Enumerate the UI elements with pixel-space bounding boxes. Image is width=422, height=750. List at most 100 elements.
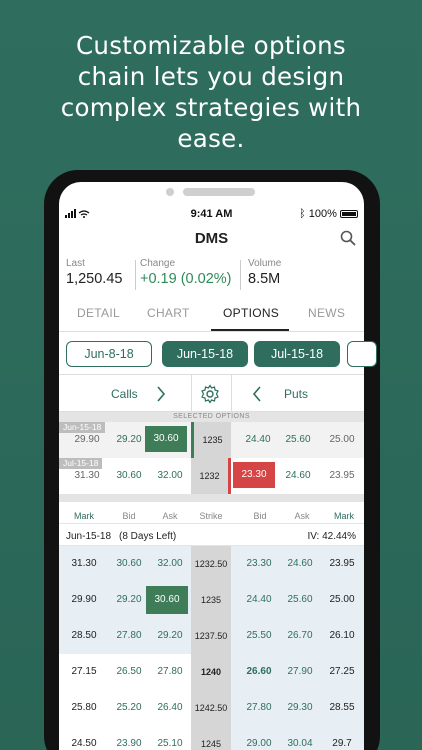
strike: 1242.50 bbox=[191, 690, 231, 726]
call-ask[interactable]: 25.10 bbox=[153, 738, 187, 749]
col-put-ask: Ask bbox=[294, 511, 310, 521]
tab-bar: DETAIL CHART OPTIONS NEWS bbox=[59, 300, 364, 332]
call-bid[interactable]: 29.20 bbox=[112, 594, 146, 605]
col-call-mark: Mark bbox=[74, 511, 94, 521]
put-ask[interactable]: 26.70 bbox=[283, 630, 317, 641]
put-mark: 25.00 bbox=[329, 434, 355, 445]
strike: 1245 bbox=[191, 726, 231, 750]
battery-icon bbox=[340, 210, 358, 219]
date-pill-more[interactable] bbox=[347, 341, 377, 367]
expiration-date-selector: Jun-8-18 Jun-15-18 Jul-15-18 bbox=[59, 341, 377, 367]
expiry-info-row: Jun-15-18 (8 Days Left) IV: 42.44% bbox=[59, 526, 364, 546]
put-bid[interactable]: 29.00 bbox=[242, 738, 276, 749]
call-mark: 24.50 bbox=[71, 738, 97, 749]
put-mark: 23.95 bbox=[329, 470, 355, 481]
option-chain-row[interactable]: 1232.50 31.30 30.60 32.00 23.30 24.60 23… bbox=[59, 546, 364, 582]
chevron-right-icon[interactable] bbox=[156, 385, 166, 403]
put-mark: 27.25 bbox=[329, 666, 355, 677]
volume: Volume 8.5M bbox=[248, 258, 281, 287]
battery-percent: 100% bbox=[308, 208, 337, 220]
date-pill-jun-8[interactable]: Jun-8-18 bbox=[66, 341, 152, 367]
active-tab-indicator bbox=[211, 329, 289, 331]
call-bid[interactable]: 30.60 bbox=[112, 558, 146, 569]
search-icon[interactable] bbox=[340, 230, 356, 246]
phone-camera bbox=[166, 188, 174, 196]
headline-line-1: Customizable options bbox=[76, 31, 346, 60]
status-bar: 9:41 AM ᛒ 100% bbox=[59, 208, 364, 222]
option-chain-row[interactable]: 1242.50 25.80 25.20 26.40 27.80 29.30 28… bbox=[59, 690, 364, 726]
tab-detail[interactable]: DETAIL bbox=[77, 306, 120, 320]
call-bid[interactable]: 26.50 bbox=[112, 666, 146, 677]
put-mark: 29.7 bbox=[332, 738, 352, 749]
call-mark: 27.15 bbox=[71, 666, 97, 677]
selected-options-header: SELECTED OPTIONS bbox=[59, 412, 364, 422]
sell-marker bbox=[228, 458, 231, 494]
phone-speaker bbox=[183, 188, 255, 196]
tab-news[interactable]: NEWS bbox=[308, 306, 345, 320]
put-bid[interactable]: 26.60 bbox=[242, 666, 276, 677]
selected-option-row[interactable]: Jun-15-18 29.90 29.20 30.60 1235 24.40 2… bbox=[59, 422, 364, 458]
headline-line-4: ease. bbox=[177, 124, 245, 153]
put-bid[interactable]: 23.30 bbox=[242, 558, 276, 569]
call-mark: 25.80 bbox=[71, 702, 97, 713]
last-price: Last 1,250.45 bbox=[66, 258, 122, 287]
call-bid[interactable]: 25.20 bbox=[112, 702, 146, 713]
calls-label[interactable]: Calls bbox=[111, 387, 138, 401]
put-bid: 24.40 bbox=[245, 434, 271, 445]
put-bid[interactable]: 25.50 bbox=[242, 630, 276, 641]
put-ask[interactable]: 30.04 bbox=[283, 738, 317, 749]
marketing-headline: Customizable options chain lets you desi… bbox=[0, 30, 422, 154]
put-bid-selected[interactable]: 23.30 bbox=[233, 462, 275, 488]
col-put-bid: Bid bbox=[253, 511, 267, 521]
selected-option-row[interactable]: Jul-15-18 31.30 30.60 32.00 1232 23.30 2… bbox=[59, 458, 364, 494]
col-strike: Strike bbox=[199, 511, 223, 521]
put-ask[interactable]: 27.90 bbox=[283, 666, 317, 677]
call-bid[interactable]: 23.90 bbox=[112, 738, 146, 749]
call-ask[interactable]: 26.40 bbox=[153, 702, 187, 713]
call-bid: 29.20 bbox=[116, 434, 142, 445]
strike: 1240 bbox=[191, 654, 231, 690]
selected-date-tag: Jun-15-18 bbox=[59, 422, 106, 433]
strike: 1235 bbox=[194, 422, 231, 458]
option-chain-row[interactable]: 1240 27.15 26.50 27.80 26.60 27.90 27.25 bbox=[59, 654, 364, 690]
tab-options[interactable]: OPTIONS bbox=[223, 306, 279, 320]
put-bid[interactable]: 27.80 bbox=[242, 702, 276, 713]
last-value: 1,250.45 bbox=[66, 271, 123, 287]
call-bid[interactable]: 27.80 bbox=[112, 630, 146, 641]
put-bid[interactable]: 24.40 bbox=[242, 594, 276, 605]
call-ask-selected[interactable]: 30.60 bbox=[146, 586, 188, 614]
option-chain-row[interactable]: 1235 29.90 29.20 30.60 24.40 25.60 25.00 bbox=[59, 582, 364, 618]
option-chain-row[interactable]: 1237.50 28.50 27.80 29.20 25.50 26.70 26… bbox=[59, 618, 364, 654]
quote-divider bbox=[135, 260, 136, 290]
call-ask[interactable]: 32.00 bbox=[153, 558, 187, 569]
chevron-left-icon[interactable] bbox=[252, 385, 262, 403]
strike: 1235 bbox=[191, 582, 231, 618]
put-ask: 24.60 bbox=[285, 470, 311, 481]
call-mark: 29.90 bbox=[74, 434, 100, 445]
days-left: (8 Days Left) bbox=[119, 531, 177, 542]
call-ask[interactable]: 27.80 bbox=[153, 666, 187, 677]
call-mark: 31.30 bbox=[71, 558, 97, 569]
puts-label[interactable]: Puts bbox=[284, 387, 308, 401]
put-ask[interactable]: 24.60 bbox=[283, 558, 317, 569]
change-value: +0.19 (0.02%) bbox=[140, 271, 232, 287]
put-ask: 25.60 bbox=[285, 434, 311, 445]
gear-icon[interactable] bbox=[200, 384, 220, 404]
date-pill-jun-15[interactable]: Jun-15-18 bbox=[162, 341, 248, 367]
put-ask[interactable]: 29.30 bbox=[283, 702, 317, 713]
call-mark: 29.90 bbox=[71, 594, 97, 605]
strike: 1232 bbox=[191, 458, 228, 494]
headline-line-2: chain lets you design bbox=[77, 62, 345, 91]
tab-chart[interactable]: CHART bbox=[147, 306, 190, 320]
date-pill-jul-15[interactable]: Jul-15-18 bbox=[254, 341, 340, 367]
quote-summary: Last 1,250.45 Change +0.19 (0.02%) Volum… bbox=[59, 258, 364, 290]
call-ask-selected[interactable]: 30.60 bbox=[145, 426, 187, 452]
call-ask[interactable]: 29.20 bbox=[153, 630, 187, 641]
option-chain-row[interactable]: 1245 24.50 23.90 25.10 29.00 30.04 29.7 bbox=[59, 726, 364, 750]
put-mark: 23.95 bbox=[329, 558, 355, 569]
put-ask[interactable]: 25.60 bbox=[283, 594, 317, 605]
toggle-divider bbox=[231, 375, 232, 413]
battery-status: ᛒ 100% bbox=[299, 208, 358, 220]
call-mark: 31.30 bbox=[74, 470, 100, 481]
volume-value: 8.5M bbox=[248, 271, 281, 287]
